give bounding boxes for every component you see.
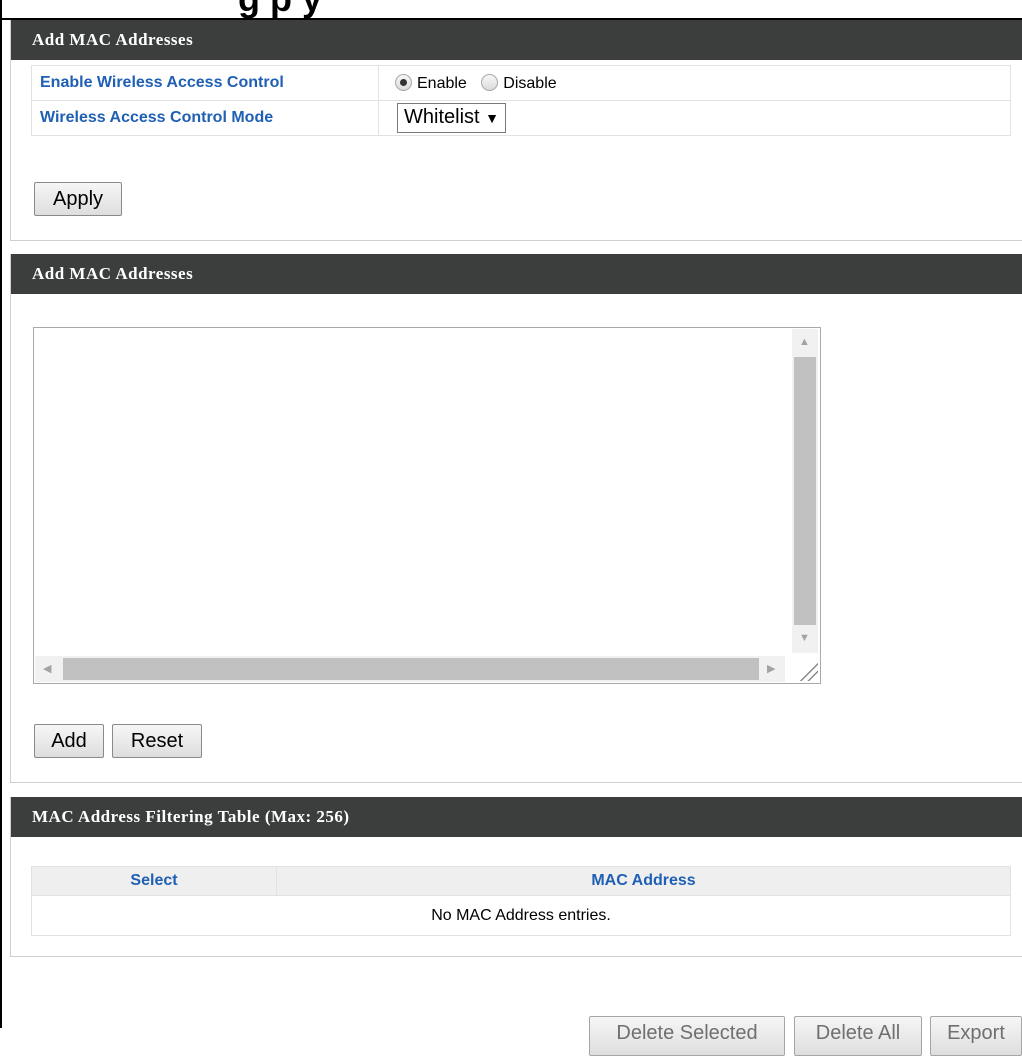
disable-radio-label[interactable]: Disable — [503, 75, 556, 92]
reset-button[interactable]: Reset — [112, 724, 202, 758]
enable-access-control-label: Enable Wireless Access Control — [31, 65, 379, 101]
panel-title: Add MAC Addresses — [11, 20, 1022, 60]
export-button[interactable]: Export — [930, 1016, 1022, 1056]
column-header-select: Select — [31, 866, 277, 896]
access-control-settings-table: Enable Wireless Access Control Enable Di… — [31, 65, 1011, 136]
enable-access-control-row: Enable Wireless Access Control Enable Di… — [31, 65, 1011, 101]
delete-selected-button[interactable]: Delete Selected — [589, 1016, 785, 1056]
delete-all-button[interactable]: Delete All — [794, 1016, 922, 1056]
chevron-down-icon: ▼ — [485, 110, 499, 126]
panel-title: MAC Address Filtering Table (Max: 256) — [11, 797, 1022, 837]
mac-address-textarea[interactable] — [33, 327, 821, 684]
add-button[interactable]: Add — [34, 724, 104, 758]
access-control-mode-row: Wireless Access Control Mode Whitelist ▼ — [31, 100, 1011, 136]
enable-access-control-options: Enable Disable — [378, 65, 1011, 101]
page-frame-left — [0, 0, 2, 1028]
apply-button[interactable]: Apply — [34, 182, 122, 216]
empty-table-message: No MAC Address entries. — [31, 895, 1011, 936]
disable-radio[interactable] — [481, 73, 499, 91]
table-header-row: Select MAC Address — [31, 866, 1011, 896]
panel-title: Add MAC Addresses — [11, 254, 1022, 294]
mac-filtering-table: Select MAC Address No MAC Address entrie… — [31, 866, 1011, 936]
table-row: No MAC Address entries. — [31, 895, 1011, 936]
access-control-mode-select[interactable]: Whitelist ▼ — [397, 103, 506, 133]
access-control-mode-label: Wireless Access Control Mode — [31, 100, 379, 136]
enable-radio-label[interactable]: Enable — [417, 75, 467, 92]
mode-selected-value: Whitelist — [404, 106, 480, 128]
enable-radio[interactable] — [395, 73, 412, 91]
column-header-mac-address: MAC Address — [276, 866, 1011, 896]
access-control-mode-cell: Whitelist ▼ — [378, 100, 1011, 136]
